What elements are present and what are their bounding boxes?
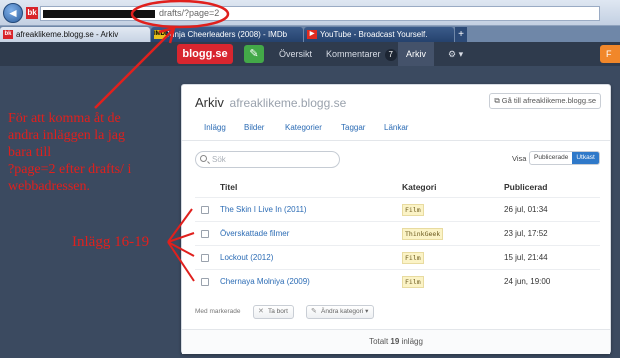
wrench-icon: ✎ <box>311 308 317 315</box>
tab-inlagg[interactable]: Inlägg <box>204 123 226 132</box>
annotation-note: För att komma åt de andra inläggen la ja… <box>8 110 131 195</box>
table-row: The Skin I Live In (2011) Film 26 jul, 0… <box>195 197 600 221</box>
tab-bilder[interactable]: Bilder <box>244 123 264 132</box>
note-line: andra inläggen la jag <box>8 128 126 143</box>
change-category-button[interactable]: ✎ Ändra kategori ▾ <box>306 305 375 319</box>
address-text: drafts/?page=2 <box>159 8 220 18</box>
marked-label: Med markerade <box>195 308 241 315</box>
bulk-actions: Med markerade ✕ Ta bort ✎ Ändra kategori… <box>195 303 600 323</box>
archive-tabs: Inlägg Bilder Kategorier Taggar Länkar <box>182 115 610 141</box>
edit-icon[interactable]: ✎ <box>244 45 264 63</box>
blogg-favicon-icon: bk <box>3 30 13 39</box>
page-title-text: Arkiv <box>195 95 224 110</box>
column-header-category: Kategori <box>402 182 437 192</box>
post-title-link[interactable]: Chernaya Molniya (2009) <box>220 277 310 286</box>
search-placeholder: Sök <box>212 155 226 164</box>
back-arrow-icon[interactable]: ◄ <box>3 3 23 23</box>
tab-taggar[interactable]: Taggar <box>341 123 365 132</box>
nav-kommentarer-label: Kommentarer <box>326 49 381 59</box>
new-tab-button[interactable]: + <box>455 27 467 42</box>
total-number: 19 <box>390 337 400 346</box>
close-icon: ✕ <box>258 308 264 315</box>
post-date: 26 jul, 01:34 <box>504 205 548 214</box>
chevron-down-icon: ▾ <box>365 308 369 315</box>
site-favicon: bk <box>26 7 38 19</box>
filter-publicerade[interactable]: Publicerade <box>530 152 572 164</box>
nav-oversikt[interactable]: Översikt <box>271 42 320 66</box>
external-link-icon: ⧉ <box>494 96 500 105</box>
category-tag: Film <box>402 276 424 288</box>
post-date: 24 jun, 19:00 <box>504 277 551 286</box>
note-line: ?page=2 efter drafts/ i <box>8 162 132 177</box>
browser-tab-blogg[interactable]: bk afreaklikeme.blogg.se - Arkiv <box>0 27 150 42</box>
archive-panel: Arkiv afreaklikeme.blogg.se ⧉ Gå till af… <box>181 84 611 354</box>
visa-label: Visa <box>512 154 527 163</box>
row-checkbox[interactable] <box>201 230 209 238</box>
blog-navbar: blogg.se ✎ Översikt Kommentarer 7 Arkiv ⚙… <box>0 42 620 66</box>
column-header-title: Titel <box>220 182 238 192</box>
youtube-favicon-icon: ▶ <box>307 30 317 39</box>
table-row: Chernaya Molniya (2009) Film 24 jun, 19:… <box>195 269 600 293</box>
total-prefix: Totalt <box>369 337 389 346</box>
change-category-label: Ändra kategori <box>321 308 364 315</box>
row-checkbox[interactable] <box>201 206 209 214</box>
goto-site-label: Gå till afreaklikeme.blogg.se <box>501 96 596 105</box>
post-title-link[interactable]: Lockout (2012) <box>220 253 273 262</box>
page-title: Arkiv afreaklikeme.blogg.se <box>195 95 346 110</box>
orange-menu-button[interactable]: F <box>600 45 620 63</box>
tab-lankar[interactable]: Länkar <box>384 123 408 132</box>
tab-label: YouTube - Broadcast Yourself. <box>320 30 428 39</box>
table-row: Överskattade filmer ThinkGeek 23 jul, 17… <box>195 221 600 245</box>
annotation-rows-label: Inlägg 16-19 <box>72 234 150 250</box>
browser-tab-youtube[interactable]: ▶ YouTube - Broadcast Yourself. <box>304 27 454 42</box>
filter-utkast[interactable]: Utkast <box>572 152 599 164</box>
total-count: Totalt 19 inlägg <box>182 329 610 354</box>
goto-site-button[interactable]: ⧉ Gå till afreaklikeme.blogg.se <box>489 93 601 109</box>
address-bar[interactable]: drafts/?page=2 <box>40 6 600 21</box>
category-tag: Film <box>402 204 424 216</box>
note-line: webbadressen. <box>8 179 91 194</box>
imdb-favicon-icon: IMDb <box>154 30 169 39</box>
site-name: afreaklikeme.blogg.se <box>229 96 347 110</box>
tab-label: Ninja Cheerleaders (2008) - IMDb <box>167 30 288 39</box>
search-input[interactable]: Sök <box>195 151 340 168</box>
post-date: 23 jul, 17:52 <box>504 229 548 238</box>
table-row: Lockout (2012) Film 15 jul, 21:44 <box>195 245 600 269</box>
post-title-link[interactable]: The Skin I Live In (2011) <box>220 205 307 214</box>
category-tag: ThinkGeek <box>402 228 444 240</box>
settings-gear-icon[interactable]: ⚙ ▾ <box>440 42 471 66</box>
delete-label: Ta bort <box>268 308 288 315</box>
row-checkbox[interactable] <box>201 254 209 262</box>
nav-arkiv[interactable]: Arkiv <box>398 42 434 66</box>
column-header-published: Publicerad <box>504 182 548 192</box>
post-title-link[interactable]: Överskattade filmer <box>220 229 289 238</box>
status-filter: Publicerade Utkast <box>529 151 600 165</box>
nav-kommentarer[interactable]: Kommentarer 7 <box>318 42 405 66</box>
delete-button[interactable]: ✕ Ta bort <box>253 305 294 319</box>
tab-kategorier[interactable]: Kategorier <box>285 123 322 132</box>
row-checkbox[interactable] <box>201 278 209 286</box>
blogg-logo[interactable]: blogg.se <box>177 44 233 64</box>
tab-label: afreaklikeme.blogg.se - Arkiv <box>16 30 119 39</box>
search-icon <box>200 155 207 162</box>
comment-count-badge: 7 <box>384 49 397 61</box>
note-line: bara till <box>8 145 52 160</box>
browser-tab-imdb[interactable]: IMDb Ninja Cheerleaders (2008) - IMDb <box>151 27 303 42</box>
total-suffix: inlägg <box>401 337 423 346</box>
post-date: 15 jul, 21:44 <box>504 253 548 262</box>
category-tag: Film <box>402 252 424 264</box>
redacted-url-part <box>43 10 155 18</box>
browser-toolbar: ◄ bk drafts/?page=2 <box>0 0 620 26</box>
note-line: För att komma åt de <box>8 111 121 126</box>
tab-strip: bk afreaklikeme.blogg.se - Arkiv IMDb Ni… <box>0 26 620 42</box>
